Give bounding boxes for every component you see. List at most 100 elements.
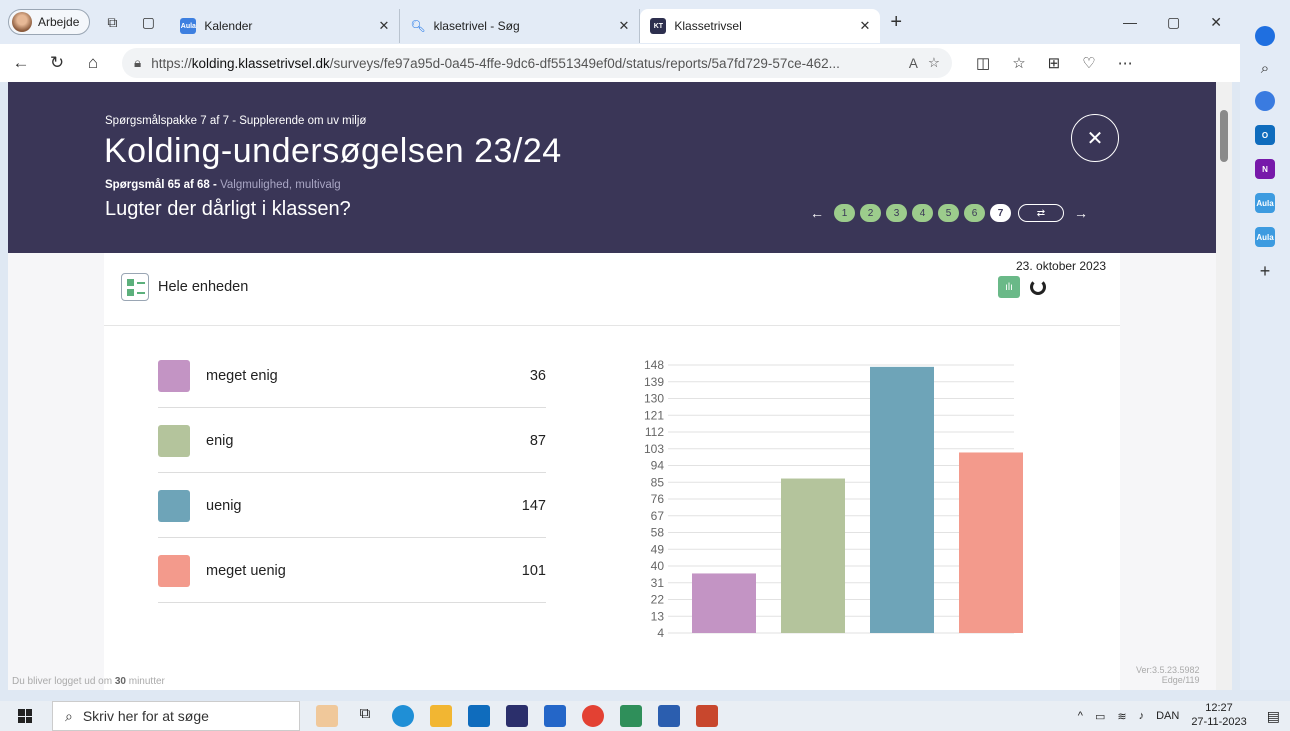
page-content: Spørgsmålspakke 7 af 7 - Supplerende om … xyxy=(8,82,1216,690)
legend-label: enig xyxy=(206,433,234,449)
close-icon[interactable]: ✕ xyxy=(618,18,629,34)
bar-uenig[interactable] xyxy=(870,366,934,633)
y-tick-label: 13 xyxy=(651,609,665,623)
question-number: Spørgsmål 65 af 68 - Valgmulighed, multi… xyxy=(105,179,341,191)
y-tick-label: 121 xyxy=(644,408,664,422)
y-tick-label: 49 xyxy=(651,542,665,556)
tab-search[interactable]: 🔍︎ klasetrivel - Søg ✕ xyxy=(400,9,641,43)
survey-header: Spørgsmålspakke 7 af 7 - Supplerende om … xyxy=(8,82,1216,253)
battery-icon[interactable]: ▭ xyxy=(1095,710,1105,723)
donut-chart-toggle-icon[interactable] xyxy=(1030,279,1046,295)
maximize-icon[interactable]: ▢ xyxy=(1167,14,1180,31)
legend-label: meget enig xyxy=(206,368,278,384)
legend-value: 147 xyxy=(521,498,546,514)
y-tick-label: 112 xyxy=(645,425,664,439)
step-7[interactable]: 7 xyxy=(990,204,1011,222)
prev-arrow-icon[interactable]: ← xyxy=(810,205,824,221)
tab-kalender[interactable]: Aula Kalender ✕ xyxy=(170,9,401,43)
outlook-icon[interactable]: O xyxy=(1255,125,1275,145)
tab-actions-icon[interactable]: ▢ xyxy=(134,8,162,36)
next-arrow-icon[interactable]: → xyxy=(1074,205,1088,221)
report-date: 23. oktober 2023 xyxy=(1016,259,1107,273)
bar-chart: 148 139 130 121 112 103 94 85 76 67 58 49 40 31 22 13 4 xyxy=(644,358,1023,640)
tab-label: klasetrivel - Søg xyxy=(433,19,520,33)
file-explorer-icon[interactable] xyxy=(430,705,452,727)
back-icon[interactable]: ← xyxy=(6,53,36,73)
unit-icon xyxy=(121,273,149,301)
bar-meget-enig[interactable] xyxy=(692,573,756,633)
step-3[interactable]: 3 xyxy=(886,204,907,222)
close-button[interactable]: ✕ xyxy=(1071,114,1119,162)
more-icon[interactable]: ⋯ xyxy=(1118,54,1133,72)
tab-klassetrivsel[interactable]: KT Klassetrivsel ✕ xyxy=(640,9,881,43)
url-field[interactable]: 🔒︎ https://kolding.klassetrivsel.dk/surv… xyxy=(122,48,952,78)
legend-value: 101 xyxy=(521,563,546,579)
language-indicator[interactable]: DAN xyxy=(1156,710,1179,722)
word-icon[interactable] xyxy=(658,705,680,727)
taskbar-search[interactable]: ⌕ Skriv her for at søge xyxy=(52,701,300,731)
bar-enig[interactable] xyxy=(781,478,845,633)
tab-label: Klassetrivsel xyxy=(674,19,742,33)
edge-icon[interactable] xyxy=(392,705,414,727)
new-tab-icon[interactable]: + xyxy=(890,11,902,34)
legend-label: meget uenig xyxy=(206,563,286,579)
favorites-icon[interactable]: ☆ xyxy=(1012,54,1025,72)
step-2[interactable]: 2 xyxy=(860,204,881,222)
notifications-icon[interactable]: ▤ xyxy=(1267,708,1280,725)
y-tick-label: 103 xyxy=(644,442,664,456)
volume-icon[interactable]: ♪ xyxy=(1139,710,1145,722)
close-icon[interactable]: ✕ xyxy=(378,18,389,34)
legend-row: enig 87 xyxy=(158,408,546,473)
aula-icon[interactable]: Aula xyxy=(1255,227,1275,247)
avatar xyxy=(12,12,32,32)
y-tick-label: 139 xyxy=(644,375,664,389)
powerpoint-icon[interactable] xyxy=(696,705,718,727)
windows-start-icon[interactable] xyxy=(18,709,32,723)
bar-meget-uenig[interactable] xyxy=(959,452,1023,633)
chrome-icon[interactable] xyxy=(582,705,604,727)
page-scrollbar[interactable] xyxy=(1216,82,1232,690)
refresh-icon[interactable]: ↻ xyxy=(42,53,72,73)
profile-button[interactable]: Arbejde xyxy=(8,9,91,35)
bar-chart-toggle-icon[interactable]: ılı xyxy=(998,276,1020,298)
divider xyxy=(104,325,1120,326)
clock[interactable]: 12:27 27-11-2023 xyxy=(1191,702,1246,730)
swap-icon[interactable]: ⇄ xyxy=(1018,204,1064,222)
copilot-icon[interactable] xyxy=(1255,26,1275,46)
legend-row: uenig 147 xyxy=(158,473,546,538)
y-tick-label: 76 xyxy=(651,492,665,506)
app-icon[interactable] xyxy=(620,705,642,727)
workspaces-icon[interactable]: ⧉ xyxy=(98,8,126,36)
search-icon: 🔍︎ xyxy=(410,19,426,33)
office-icon[interactable] xyxy=(1255,91,1275,111)
close-icon[interactable]: ✕ xyxy=(859,18,870,34)
whiteboard-icon[interactable] xyxy=(316,705,338,727)
legend-swatch xyxy=(158,555,190,587)
split-screen-icon[interactable]: ◫ xyxy=(976,54,990,72)
health-icon[interactable]: ♡ xyxy=(1082,54,1095,72)
step-4[interactable]: 4 xyxy=(912,204,933,222)
wifi-icon[interactable]: ≋ xyxy=(1117,710,1126,723)
step-6[interactable]: 6 xyxy=(964,204,985,222)
close-window-icon[interactable]: ✕ xyxy=(1210,14,1222,31)
step-5[interactable]: 5 xyxy=(938,204,959,222)
step-1[interactable]: 1 xyxy=(834,204,855,222)
app-icon[interactable] xyxy=(506,705,528,727)
favorite-star-icon[interactable]: ☆ xyxy=(928,55,940,71)
edge-sidebar: ⌕ O N Aula Aula + xyxy=(1240,0,1290,690)
collections-icon[interactable]: ⊞ xyxy=(1048,54,1061,72)
chevron-up-icon[interactable]: ^ xyxy=(1078,710,1083,722)
add-icon[interactable]: + xyxy=(1260,261,1271,282)
aula-icon[interactable]: Aula xyxy=(1255,193,1275,213)
search-icon[interactable]: ⌕ xyxy=(1261,60,1269,77)
onenote-icon[interactable]: N xyxy=(1255,159,1275,179)
minimize-icon[interactable]: — xyxy=(1123,14,1137,31)
app-icon[interactable] xyxy=(544,705,566,727)
outlook-icon[interactable] xyxy=(468,705,490,727)
y-tick-label: 94 xyxy=(651,459,665,473)
y-tick-label: 31 xyxy=(651,576,665,590)
legend-row: meget uenig 101 xyxy=(158,538,546,603)
task-view-icon[interactable]: ⧉ xyxy=(354,705,376,727)
read-aloud-icon[interactable]: A xyxy=(909,56,918,71)
home-icon[interactable]: ⌂ xyxy=(78,53,108,73)
